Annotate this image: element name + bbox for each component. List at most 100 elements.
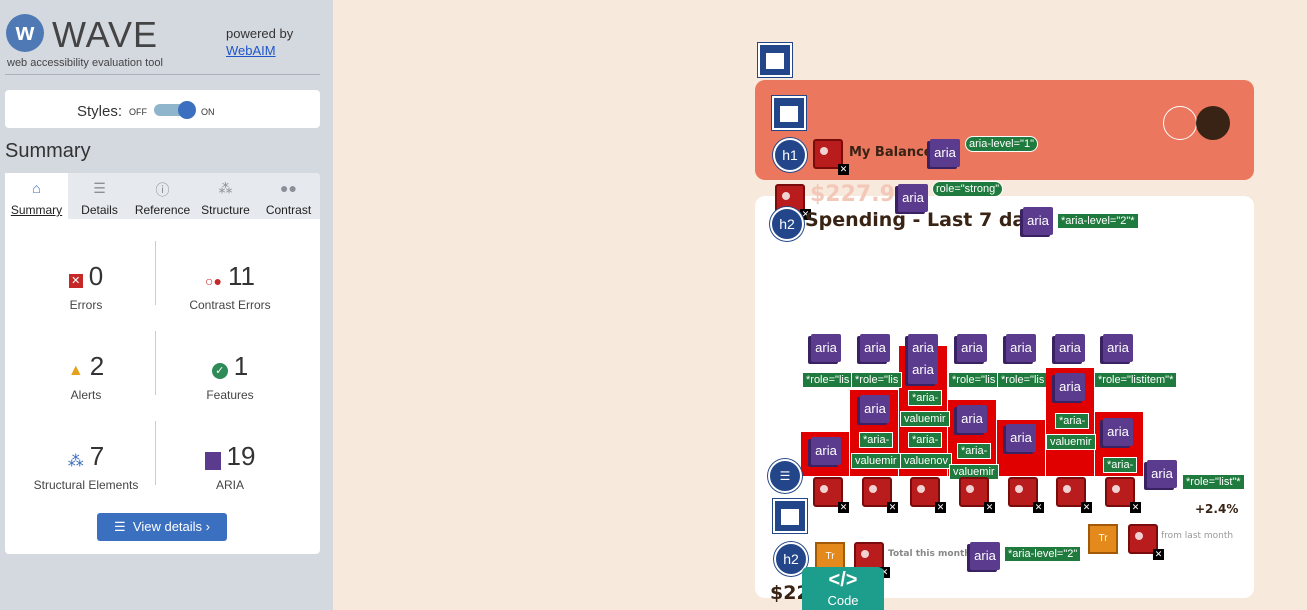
change-percent: +2.4%	[1195, 502, 1239, 516]
error-icon: ✕	[68, 273, 83, 288]
view-details-button[interactable]: ☰ View details ›	[97, 513, 227, 541]
summary-heading: Summary	[5, 140, 91, 162]
contrast-error-icon[interactable]: ✕	[813, 139, 849, 175]
spending-heading: Spending - Last 7 days	[805, 209, 1049, 231]
role-listitem-tag: *role="lis	[802, 372, 854, 388]
divider	[5, 74, 320, 75]
aria-tag: *aria-	[908, 390, 943, 406]
aria-icon[interactable]: aria	[908, 356, 938, 384]
tab-structure[interactable]: ⁂ Structure	[194, 173, 257, 219]
structure-icon: ⁂	[218, 180, 233, 196]
alert-icon[interactable]: Tr	[1088, 524, 1118, 554]
aria-icon[interactable]: aria	[957, 334, 987, 362]
role-listitem-tag: *role="lis	[851, 372, 903, 388]
aria-icon[interactable]: aria	[898, 184, 928, 212]
webaim-link[interactable]: WebAIM	[226, 43, 276, 58]
panel-tabs: ⌂ Summary ☰ Details ⓘ Reference ⁂ Struct…	[5, 173, 320, 219]
contrast-error-icon[interactable]: ✕	[1128, 524, 1164, 560]
region-icon[interactable]	[758, 43, 792, 77]
code-icon: </>	[828, 569, 858, 591]
aria-valuemin-tag: valuemir	[1046, 434, 1096, 450]
aria-icon[interactable]: aria	[1006, 334, 1036, 362]
stat-aria: 19 ARIA	[155, 441, 305, 492]
contrast-error-icon[interactable]: ✕	[862, 477, 898, 513]
stat-errors: ✕ 0 Errors	[68, 261, 104, 312]
logo-circle-outline	[1163, 106, 1197, 140]
wave-title: WAVE	[52, 14, 159, 55]
h1-icon[interactable]: h1	[773, 138, 807, 172]
aria-valuemin-tag: valuemir	[851, 453, 901, 469]
aria-tag: *aria-	[957, 443, 992, 459]
toggle-knob[interactable]	[178, 101, 196, 119]
list-icon: ☰	[93, 180, 106, 196]
wave-sidebar: w WAVE web accessibility evaluation tool…	[0, 0, 333, 610]
aria-icon[interactable]: aria	[1103, 418, 1133, 446]
balance-label: My Balance	[849, 145, 933, 160]
tab-reference[interactable]: ⓘ Reference	[131, 173, 194, 219]
aria-icon[interactable]: aria	[860, 395, 890, 423]
region-icon[interactable]	[772, 96, 806, 130]
aria-icon[interactable]: aria	[860, 334, 890, 362]
balance-amount: $227.94	[810, 182, 911, 207]
summary-panel: ⌂ Summary ☰ Details ⓘ Reference ⁂ Struct…	[5, 173, 320, 554]
logo-circle-filled	[1196, 106, 1230, 140]
info-icon: ⓘ	[155, 182, 170, 198]
region-icon[interactable]	[773, 499, 807, 533]
styles-on-label: ON	[201, 107, 215, 117]
aria-valuemin-tag: valuemir	[900, 411, 950, 427]
aria-icon[interactable]: aria	[1006, 424, 1036, 452]
h2-icon[interactable]: h2	[770, 207, 804, 241]
aria-tag: *aria-	[1055, 413, 1090, 429]
contrast-icon: ○●	[205, 272, 222, 289]
list-icon[interactable]: ☰	[768, 459, 802, 493]
code-toggle-button[interactable]: </> Code	[802, 567, 884, 610]
role-listitem-tag: *role="lis	[997, 372, 1049, 388]
styles-label: Styles:	[77, 103, 123, 120]
aria-icon[interactable]: aria	[1055, 373, 1085, 401]
aria-icon[interactable]: aria	[1023, 207, 1053, 235]
stat-features: ✓ 1 Features	[206, 351, 254, 402]
aria-level-tag: *aria-level="2"	[1004, 546, 1082, 562]
contrast-icon: ●●	[280, 180, 297, 196]
role-strong-tag: role="strong"	[932, 181, 1004, 197]
aria-icon[interactable]: aria	[1055, 334, 1085, 362]
aria-icon[interactable]: aria	[1103, 334, 1133, 362]
stat-alerts: ▲ 2 Alerts	[67, 351, 105, 402]
styles-off-label: OFF	[129, 107, 147, 117]
aria-icon[interactable]: aria	[811, 437, 841, 465]
check-icon: ✓	[211, 362, 228, 379]
from-last-month: from last month	[1161, 531, 1234, 541]
home-icon: ⌂	[32, 180, 41, 196]
aria-valuenow-tag: valuenov	[900, 453, 953, 469]
role-listitem-tag: *role="listitem"*	[1094, 372, 1178, 388]
tab-contrast[interactable]: ●● Contrast	[257, 173, 320, 219]
contrast-error-icon[interactable]: ✕	[1008, 477, 1044, 513]
stat-structural-elements: ⁂ 7 Structural Elements	[33, 441, 139, 492]
structure-icon: ⁂	[67, 452, 84, 470]
aria-icon	[204, 451, 221, 470]
aria-level-tag: aria-level="1"	[965, 136, 1038, 152]
role-listitem-tag: *role="lis	[948, 372, 1000, 388]
tab-summary[interactable]: ⌂ Summary	[5, 173, 68, 219]
aria-icon[interactable]: aria	[970, 542, 1000, 570]
contrast-error-icon[interactable]: ✕	[1105, 477, 1141, 513]
styles-toggle[interactable]	[154, 101, 196, 119]
role-list-tag: *role="list"*	[1182, 474, 1245, 490]
aria-icon[interactable]: aria	[1147, 460, 1177, 488]
styles-toggle-box: Styles: OFF ON	[5, 90, 320, 128]
wave-tagline: web accessibility evaluation tool	[7, 57, 163, 69]
contrast-error-icon[interactable]: ✕	[910, 477, 946, 513]
aria-tag: *aria-	[859, 432, 894, 448]
alert-icon: ▲	[67, 361, 84, 379]
aria-level-tag: *aria-level="2"*	[1057, 213, 1139, 229]
tab-details[interactable]: ☰ Details	[68, 173, 131, 219]
contrast-error-icon[interactable]: ✕	[813, 477, 849, 513]
aria-tag: *aria-	[1103, 457, 1138, 473]
contrast-error-icon[interactable]: ✕	[959, 477, 995, 513]
aria-icon[interactable]: aria	[930, 139, 960, 167]
contrast-error-icon[interactable]: ✕	[1056, 477, 1092, 513]
list-icon: ☰	[114, 519, 133, 534]
aria-icon[interactable]: aria	[811, 334, 841, 362]
aria-icon[interactable]: aria	[957, 405, 987, 433]
wave-logo-icon: w	[6, 14, 44, 52]
